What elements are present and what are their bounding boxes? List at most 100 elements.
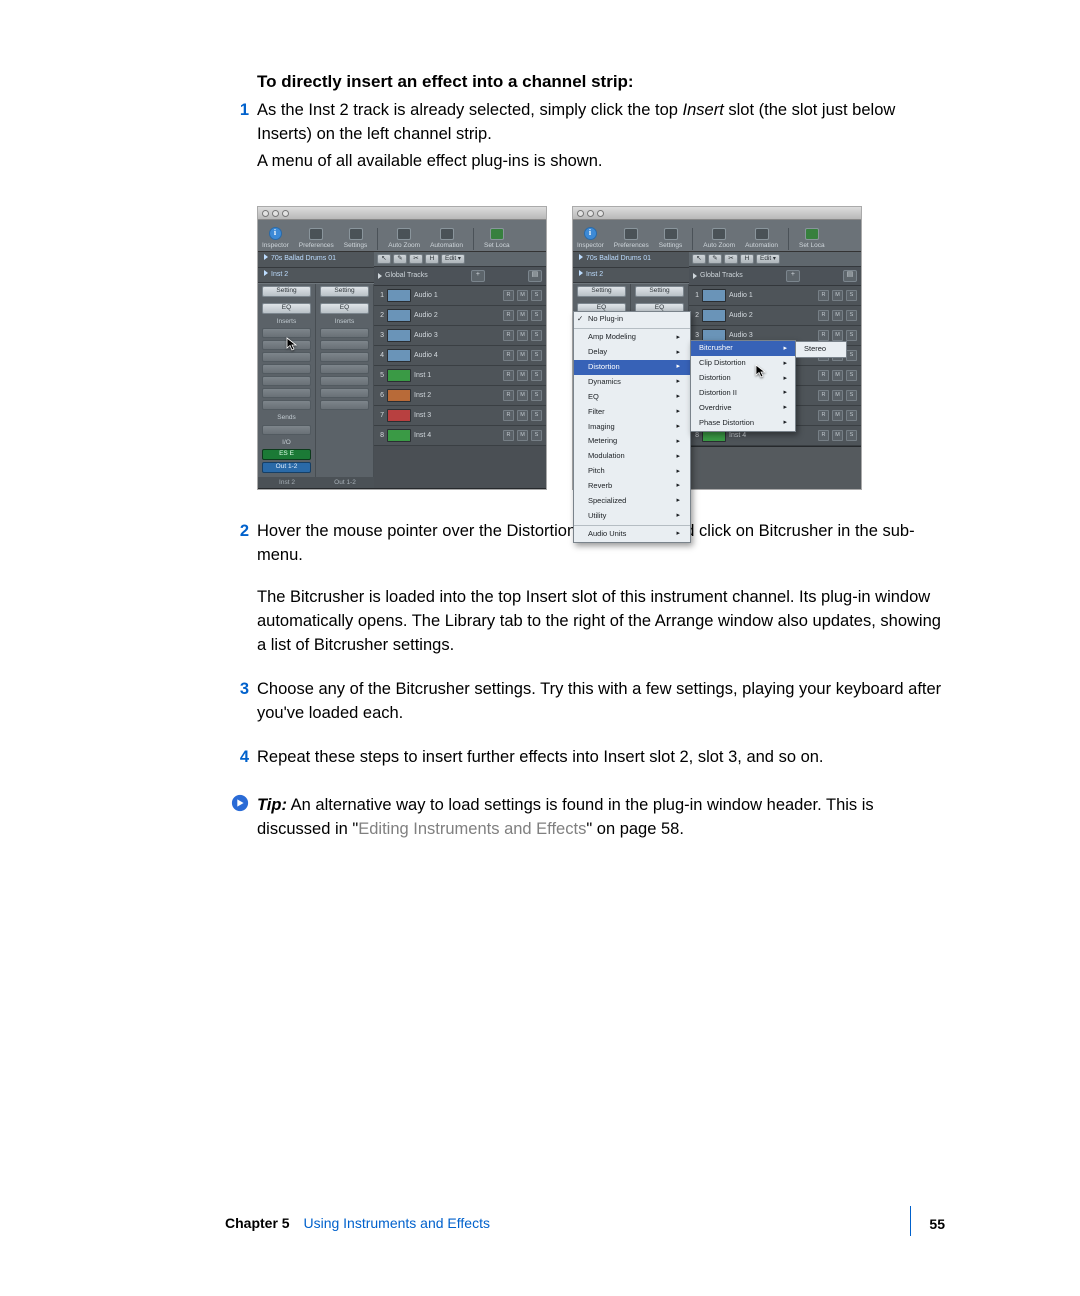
menu-item[interactable]: Dynamics▸ (574, 375, 690, 390)
autozoom-button[interactable]: Auto Zoom (388, 228, 420, 250)
eq-slot[interactable]: EQ (320, 303, 369, 314)
global-tracks-header[interactable]: Global Tracks + ▤ (689, 267, 861, 286)
insert-slot[interactable] (320, 352, 369, 362)
track-ctrl[interactable]: S (531, 430, 542, 441)
menu-audio-units[interactable]: Audio Units▸ (574, 527, 690, 542)
track-row[interactable]: 3Audio 3RMS (374, 326, 546, 346)
track-ctrl[interactable]: R (818, 290, 829, 301)
menu-item[interactable]: Distortion▸ (574, 360, 690, 375)
insert-slot[interactable] (320, 388, 369, 398)
track-ctrl[interactable]: S (846, 390, 857, 401)
menu-item[interactable]: EQ▸ (574, 390, 690, 405)
track-ctrl[interactable]: S (531, 390, 542, 401)
track-row[interactable]: 4Audio 4RMS (374, 346, 546, 366)
menu-no-plugin[interactable]: No Plug-in (574, 312, 690, 327)
eq-slot[interactable]: EQ (262, 303, 311, 314)
insert-slot[interactable] (320, 376, 369, 386)
menu-item[interactable]: Imaging▸ (574, 420, 690, 435)
settings-button[interactable]: Settings (344, 228, 368, 250)
track-row[interactable]: 8Inst 4RMS (374, 426, 546, 446)
track-header-2[interactable]: Inst 2 (573, 268, 689, 283)
insert-slot[interactable] (320, 364, 369, 374)
track-ctrl[interactable]: M (832, 430, 843, 441)
insert-slot[interactable] (320, 340, 369, 350)
submenu-item[interactable]: Clip Distortion▸ (691, 356, 795, 371)
menu-item[interactable]: Utility▸ (574, 509, 690, 524)
menu-item[interactable]: Filter▸ (574, 405, 690, 420)
submenu-item[interactable]: Distortion▸ (691, 371, 795, 386)
track-ctrl[interactable]: M (832, 290, 843, 301)
tool-btn[interactable]: ✎ (393, 254, 407, 264)
track-row[interactable]: 2Audio 2RMS (374, 306, 546, 326)
global-more[interactable]: ▤ (528, 270, 542, 282)
track-ctrl[interactable]: S (531, 310, 542, 321)
menu-item[interactable]: Modulation▸ (574, 449, 690, 464)
track-ctrl[interactable]: M (832, 330, 843, 341)
track-ctrl[interactable]: R (503, 430, 514, 441)
track-ctrl[interactable]: R (503, 330, 514, 341)
track-ctrl[interactable]: R (818, 330, 829, 341)
autozoom-button[interactable]: Auto Zoom (703, 228, 735, 250)
menu-item[interactable]: Pitch▸ (574, 464, 690, 479)
track-ctrl[interactable]: M (832, 310, 843, 321)
track-ctrl[interactable]: S (846, 370, 857, 381)
track-ctrl[interactable]: M (517, 350, 528, 361)
setting-slot[interactable]: Setting (320, 286, 369, 297)
track-ctrl[interactable]: M (517, 330, 528, 341)
send-slot[interactable] (262, 425, 311, 435)
track-row[interactable]: 1Audio 1RMS (374, 286, 546, 306)
insert-slot[interactable] (262, 364, 311, 374)
inspector-button[interactable]: Inspector (262, 227, 289, 250)
edit-dropdown[interactable]: Edit (756, 254, 780, 264)
track-ctrl[interactable]: M (517, 430, 528, 441)
track-ctrl[interactable]: R (503, 410, 514, 421)
track-header-1[interactable]: 70s Ballad Drums 01 (258, 252, 374, 267)
track-ctrl[interactable]: R (818, 310, 829, 321)
track-ctrl[interactable]: R (818, 370, 829, 381)
track-ctrl[interactable]: S (846, 330, 857, 341)
track-ctrl[interactable]: S (531, 410, 542, 421)
insert-slot[interactable] (262, 388, 311, 398)
insert-slot[interactable] (262, 352, 311, 362)
track-ctrl[interactable]: M (832, 410, 843, 421)
output-slot[interactable]: Out 1-2 (262, 462, 311, 473)
tool-btn-h[interactable]: H (740, 254, 754, 264)
track-ctrl[interactable]: M (517, 390, 528, 401)
global-plus[interactable]: + (471, 270, 485, 282)
global-more[interactable]: ▤ (843, 270, 857, 282)
tool-btn[interactable]: ✂ (724, 254, 738, 264)
bitcrusher-submenu[interactable]: Stereo (795, 341, 847, 358)
menu-item[interactable]: Metering▸ (574, 434, 690, 449)
track-ctrl[interactable]: R (818, 430, 829, 441)
track-header-1[interactable]: 70s Ballad Drums 01 (573, 252, 689, 267)
insert-slot[interactable] (320, 328, 369, 338)
distortion-submenu[interactable]: Bitcrusher▸Clip Distortion▸Distortion▸Di… (690, 340, 796, 431)
automation-button[interactable]: Automation (745, 228, 778, 250)
tip-link[interactable]: Editing Instruments and Effects (358, 820, 586, 838)
menu-item[interactable]: Reverb▸ (574, 479, 690, 494)
track-ctrl[interactable]: R (818, 410, 829, 421)
track-ctrl[interactable]: R (503, 290, 514, 301)
track-ctrl[interactable]: M (832, 370, 843, 381)
track-ctrl[interactable]: S (846, 350, 857, 361)
tool-btn[interactable]: ↖ (692, 254, 706, 264)
track-ctrl[interactable]: S (846, 310, 857, 321)
tool-btn[interactable]: ✎ (708, 254, 722, 264)
track-ctrl[interactable]: R (503, 370, 514, 381)
track-ctrl[interactable]: M (517, 310, 528, 321)
inspector-button[interactable]: Inspector (577, 227, 604, 250)
tool-btn[interactable]: ↖ (377, 254, 391, 264)
preferences-button[interactable]: Preferences (299, 228, 334, 250)
track-ctrl[interactable]: R (503, 350, 514, 361)
track-ctrl[interactable]: S (846, 290, 857, 301)
menu-stereo[interactable]: Stereo (796, 342, 846, 357)
track-row[interactable]: 2Audio 2RMS (689, 306, 861, 326)
menu-item[interactable]: Amp Modeling▸ (574, 330, 690, 345)
setlocator-button[interactable]: Set Loca (799, 228, 825, 250)
track-row[interactable]: 7Inst 3RMS (374, 406, 546, 426)
track-ctrl[interactable]: S (531, 290, 542, 301)
track-ctrl[interactable]: S (531, 330, 542, 341)
automation-button[interactable]: Automation (430, 228, 463, 250)
track-ctrl[interactable]: S (531, 350, 542, 361)
tool-btn[interactable]: ✂ (409, 254, 423, 264)
